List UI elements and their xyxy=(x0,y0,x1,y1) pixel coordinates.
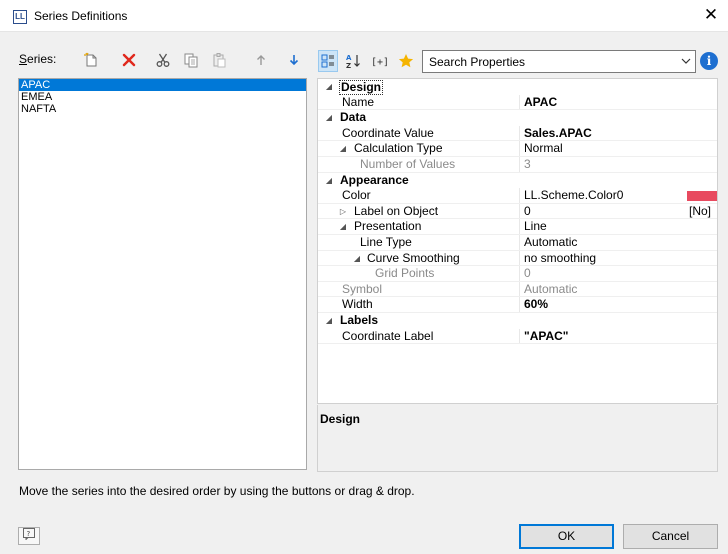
arrow-up-icon xyxy=(257,55,265,65)
collapse-icon[interactable]: ◢ xyxy=(352,251,362,266)
category-labels[interactable]: ◢ Labels xyxy=(318,313,717,329)
series-item-apac[interactable]: APAC xyxy=(19,79,306,91)
info-icon[interactable]: i xyxy=(700,52,718,70)
search-input[interactable]: Search Properties xyxy=(429,55,525,69)
property-row-presentation[interactable]: ◢ Presentation Line xyxy=(318,219,717,235)
color-swatch[interactable] xyxy=(687,191,717,202)
expand-all-button[interactable]: [+] xyxy=(370,50,390,72)
favorites-button[interactable] xyxy=(396,50,416,72)
copy-icon xyxy=(184,53,198,68)
description-panel: Design xyxy=(317,405,718,472)
property-row-number-of-values[interactable]: Number of Values 3 xyxy=(318,156,717,173)
app-icon: LL xyxy=(13,10,27,24)
svg-text:[+]: [+] xyxy=(371,57,389,68)
scissors-icon xyxy=(156,53,170,67)
property-row-coordinate-label[interactable]: Coordinate Label "APAC" xyxy=(318,328,717,345)
property-row-line-type[interactable]: Line Type Automatic xyxy=(318,234,717,251)
no-tag: [No] xyxy=(688,203,711,218)
property-row-color[interactable]: Color LL.Scheme.Color0 xyxy=(318,188,717,204)
series-label: Series: xyxy=(19,52,57,66)
property-row-coordinate-value[interactable]: Coordinate Value Sales.APAC xyxy=(318,125,717,142)
help-icon: ? xyxy=(23,528,35,541)
help-button[interactable]: ? xyxy=(18,527,40,545)
ok-button[interactable]: OK xyxy=(519,524,614,549)
expand-icon[interactable]: ▷ xyxy=(338,204,348,219)
collapse-icon[interactable]: ◢ xyxy=(324,313,334,328)
svg-text:Z: Z xyxy=(346,62,351,69)
arrow-down-icon xyxy=(289,55,299,66)
property-row-grid-points[interactable]: Grid Points 0 xyxy=(318,266,717,282)
alphabetical-view-button[interactable]: A Z xyxy=(343,50,363,72)
category-data[interactable]: ◢ Data xyxy=(318,110,717,126)
cut-button[interactable] xyxy=(153,50,173,70)
property-row-width[interactable]: Width 60% xyxy=(318,297,717,313)
categorized-icon xyxy=(321,54,334,68)
paste-icon xyxy=(213,53,226,68)
delete-button[interactable] xyxy=(119,50,139,70)
property-row-curve-smoothing[interactable]: ◢ Curve Smoothing no smoothing xyxy=(318,250,717,267)
close-button[interactable]: ✕ xyxy=(700,4,722,26)
collapse-icon[interactable]: ◢ xyxy=(338,219,348,234)
collapse-icon[interactable]: ◢ xyxy=(324,79,334,94)
collapse-icon[interactable]: ◢ xyxy=(338,141,348,156)
copy-button[interactable] xyxy=(181,50,201,70)
property-row-name[interactable]: Name APAC xyxy=(318,94,717,111)
search-properties-combo[interactable]: Search Properties xyxy=(422,50,696,73)
series-item-nafta[interactable]: NAFTA xyxy=(19,103,306,115)
property-row-symbol[interactable]: Symbol Automatic xyxy=(318,281,717,298)
move-down-button[interactable] xyxy=(284,50,304,70)
window-title: Series Definitions xyxy=(34,9,128,23)
paste-button[interactable] xyxy=(209,50,229,70)
star-icon xyxy=(398,54,414,68)
property-row-label-on-object[interactable]: ▷ Label on Object 0 [No] xyxy=(318,203,717,220)
series-item-emea[interactable]: EMEA xyxy=(19,91,306,103)
expand-all-icon: [+] xyxy=(371,57,389,68)
category-design[interactable]: ◢ Design xyxy=(318,79,717,95)
property-grid[interactable]: ◢ Design Name APAC ◢ Data Coordinate Val… xyxy=(317,78,718,404)
new-document-icon xyxy=(84,52,97,67)
move-up-button[interactable] xyxy=(251,50,271,70)
sort-az-icon: A Z xyxy=(346,54,360,69)
hint-text: Move the series into the desired order b… xyxy=(19,484,415,498)
svg-text:A: A xyxy=(346,54,352,62)
series-list[interactable]: APAC EMEA NAFTA xyxy=(18,78,307,470)
category-appearance[interactable]: ◢ Appearance xyxy=(318,173,717,189)
delete-icon xyxy=(122,53,136,67)
chevron-down-icon[interactable] xyxy=(681,54,691,71)
cancel-button[interactable]: Cancel xyxy=(623,524,718,549)
svg-text:?: ? xyxy=(27,530,31,538)
categorized-view-button[interactable] xyxy=(318,50,338,72)
new-series-button[interactable] xyxy=(81,50,101,70)
description-title: Design xyxy=(320,412,361,426)
property-row-calculation-type[interactable]: ◢ Calculation Type Normal xyxy=(318,141,717,157)
collapse-icon[interactable]: ◢ xyxy=(324,110,334,125)
collapse-icon[interactable]: ◢ xyxy=(324,173,334,188)
title-bar: LL Series Definitions ✕ xyxy=(0,0,728,32)
